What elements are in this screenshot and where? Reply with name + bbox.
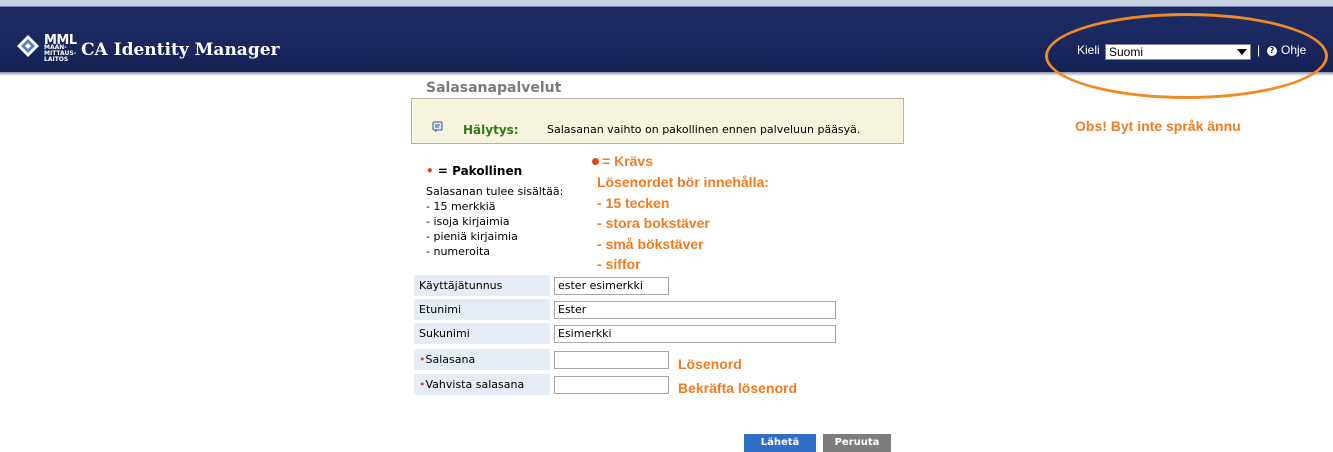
password-field[interactable] [554,351,669,369]
password-rule: - pieniä kirjaimia [426,230,518,243]
app-title: CA Identity Manager [81,40,280,60]
password-rule: - 15 merkkiä [426,200,496,213]
annotation-confirm-password: Bekräfta lösenord [678,380,798,396]
password-rule: - numeroita [426,245,491,258]
annotation-rules-title: Lösenordet bör innehålla: [597,174,769,190]
lastname-field[interactable]: Esimerkki [554,325,836,343]
password-rules-title: Salasanan tulee sisältää: [426,185,564,198]
required-marker: • [426,164,434,178]
form-row-username: Käyttäjätunnus ester esimerkki [414,275,854,296]
annotation-kravs: = Krävs [592,153,653,169]
annotation-rule: - små bökstäver [597,236,704,252]
annotation-language-note: Obs! Byt inte språk ännu [1075,118,1241,134]
username-label: Käyttäjätunnus [414,275,550,296]
password-label: •Salasana [414,349,550,370]
confirm-password-label: •Vahvista salasana [414,374,550,395]
annotation-kravs-text: = Krävs [602,153,653,169]
alert-text: Salasanan vaihto on pakollinen ennen pal… [547,123,861,136]
mml-logo-icon [17,35,39,57]
page-title: Salasanapalvelut [426,80,562,96]
password-rules: Salasanan tulee sisältää: - 15 merkkiä -… [426,184,563,259]
annotation-rule: - stora bokstäver [597,215,710,231]
form-row-password: •Salasana [414,349,854,370]
lastname-label: Sukunimi [414,323,550,344]
form-row-firstname: Etunimi Ester [414,299,854,320]
password-rule: - isoja kirjaimia [426,215,510,228]
required-legend-text: = Pakollinen [437,164,523,178]
alert-label: Hälytys: [463,123,519,137]
cancel-button[interactable]: Peruuta [823,434,891,452]
submit-button[interactable]: Lähetä [744,434,816,452]
required-marker-dot [592,158,599,165]
firstname-label: Etunimi [414,299,550,320]
alert-box: Hälytys: Salasanan vaihto on pakollinen … [411,98,904,144]
username-field[interactable]: ester esimerkki [554,277,669,295]
alert-message-icon [432,121,443,132]
confirm-password-field[interactable] [554,376,669,394]
brand-mark: MML MAAN- MITTAUS- LAITOS [44,34,77,63]
annotation-password: Lösenord [678,356,742,372]
password-label-text: Salasana [425,353,476,366]
annotation-rule: - 15 tecken [597,195,670,211]
required-legend: • = Pakollinen [426,164,522,178]
annotation-rule: - siffor [597,256,641,272]
annotation-oval [1045,13,1328,99]
form-row-lastname: Sukunimi Esimerkki [414,323,854,344]
firstname-field[interactable]: Ester [554,301,836,319]
confirm-password-label-text: Vahvista salasana [425,378,525,391]
